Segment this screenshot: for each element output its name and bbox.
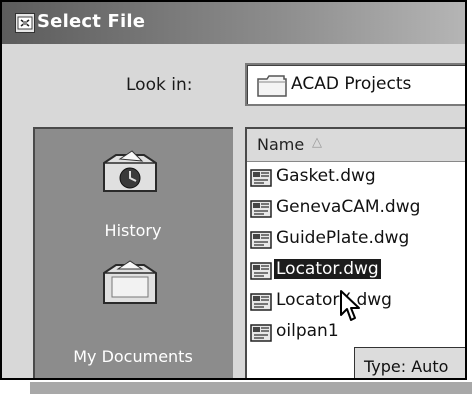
file-name: LocatorX.dwg (276, 290, 392, 310)
dwg-file-icon (250, 260, 272, 282)
column-header-name[interactable]: Name △ (247, 129, 465, 162)
look-in-dropdown[interactable]: ACAD Projects (245, 63, 465, 106)
my-documents-folder-icon[interactable] (98, 259, 162, 309)
file-list[interactable]: Name △ (245, 127, 465, 378)
history-folder-icon[interactable] (98, 149, 162, 197)
mouse-pointer-icon (339, 289, 363, 327)
file-name: GenevaCAM.dwg (276, 197, 421, 217)
look-in-value: ACAD Projects (291, 74, 412, 94)
dwg-file-icon (250, 291, 272, 313)
dwg-file-icon (250, 198, 272, 220)
look-in-label: Look in: (126, 75, 193, 95)
file-name: oilpan1 (276, 321, 339, 341)
dwg-file-icon (250, 322, 272, 344)
tooltip-text: Type: Auto (364, 357, 449, 376)
file-name: Locator.dwg (274, 259, 381, 279)
column-header-label: Name (257, 135, 305, 154)
places-history-label[interactable]: History (35, 221, 231, 240)
window-drop-shadow (30, 382, 472, 394)
file-type-tooltip: Type: Auto (354, 347, 465, 378)
select-file-icon (15, 13, 35, 33)
dwg-file-icon (250, 229, 272, 251)
file-name: GuidePlate.dwg (276, 228, 410, 248)
select-file-dialog: Select File Look in: ACAD Projects Histo… (0, 0, 467, 380)
file-name: Gasket.dwg (276, 166, 376, 186)
places-my-documents-label[interactable]: My Documents (35, 347, 231, 366)
title-bar[interactable]: Select File (2, 2, 465, 44)
sort-ascending-icon: △ (312, 135, 322, 150)
places-bar: History My Documents (33, 127, 233, 378)
window-title: Select File (37, 11, 146, 32)
dwg-file-icon (250, 167, 272, 189)
folder-icon (257, 75, 287, 101)
